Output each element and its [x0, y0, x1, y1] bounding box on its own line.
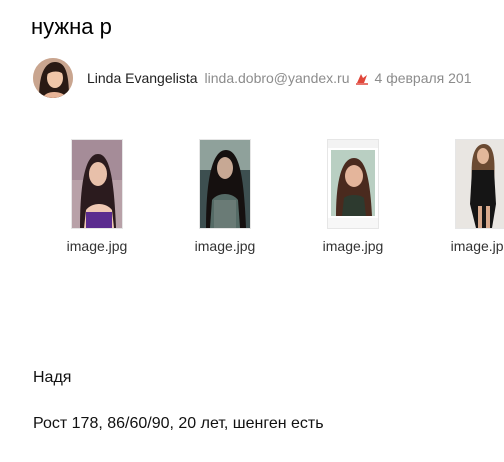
attachment-name[interactable]: image.jpg	[175, 238, 275, 254]
attachments-list: image.jpg image.jpg image.jpg image.jp	[0, 140, 504, 270]
attachment-item[interactable]: image.jpg	[303, 140, 403, 254]
message-body-line: Рост 178, 86/60/90, 20 лет, шенген есть	[33, 415, 324, 432]
attachment-item[interactable]: image.jpg	[47, 140, 147, 254]
image-thumbnail[interactable]	[328, 140, 378, 228]
attachment-name[interactable]: image.jpg	[47, 238, 147, 254]
message-date: 4 февраля 201	[374, 70, 472, 86]
attachment-item[interactable]: image.jpg	[431, 140, 504, 254]
message-subject: нужна р	[31, 14, 112, 39]
sender-name[interactable]: Linda Evangelista	[87, 70, 198, 86]
image-thumbnail[interactable]	[200, 140, 250, 228]
sender-email[interactable]: linda.dobro@yandex.ru	[205, 70, 350, 86]
sender-row: Linda Evangelista linda.dobro@yandex.ru …	[33, 58, 472, 98]
message-view: нужна р Linda Evangelista linda.dobro@ya…	[0, 0, 504, 462]
message-body-line: Надя	[33, 369, 72, 386]
attachment-item[interactable]: image.jpg	[175, 140, 275, 254]
attachment-name[interactable]: image.jpg	[431, 238, 504, 254]
attachment-name[interactable]: image.jpg	[303, 238, 403, 254]
image-thumbnail[interactable]	[456, 140, 504, 228]
important-flag-icon[interactable]	[355, 71, 369, 85]
image-thumbnail[interactable]	[72, 140, 122, 228]
avatar[interactable]	[33, 58, 73, 98]
